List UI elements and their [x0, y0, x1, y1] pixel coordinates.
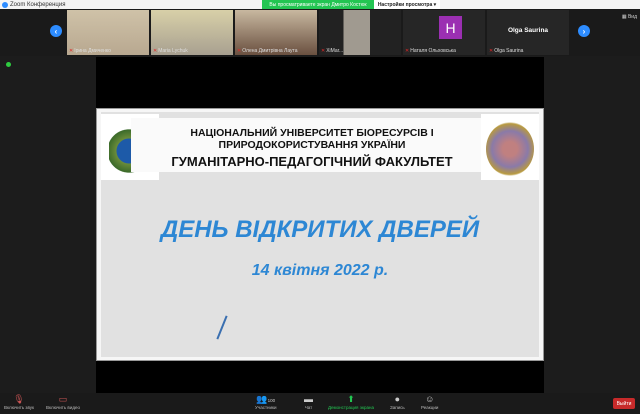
share-banner: Вы просматриваете экран Дмитро Костюк [262, 0, 374, 9]
window-title: Zoom Конференция [10, 1, 66, 8]
grid-icon: ▦ [621, 14, 627, 20]
muted-mic-icon: 🎙 [13, 394, 25, 404]
reactions-icon: ☺ [425, 394, 435, 404]
muted-mic-icon: ✕ [237, 48, 242, 54]
view-button[interactable]: ▦ Вид [622, 14, 637, 20]
record-icon: ● [394, 394, 401, 404]
avatar: H [439, 16, 462, 39]
participant-name: XiMar... [326, 48, 344, 54]
participant-name: Olga Saurina [494, 48, 524, 54]
start-video-button[interactable]: ▭ Включить видео [46, 394, 80, 410]
participant-display-name: Olga Saurina [507, 27, 549, 34]
slide-date: 14 квітня 2022 р. [251, 262, 389, 279]
participant-name: Олена Дмитрівна Лаута [242, 48, 298, 54]
prev-page-icon[interactable]: ‹ [50, 25, 62, 37]
slide-header: НАЦІОНАЛЬНИЙ УНІВЕРСИТЕТ БІОРЕСУРСІВ І П… [131, 118, 493, 172]
presentation-slide: НАЦІОНАЛЬНИЙ УНІВЕРСИТЕТ БІОРЕСУРСІВ І П… [96, 108, 544, 361]
share-screen-button[interactable]: ⬆ Демонстрация экрана [328, 394, 374, 410]
muted-mic-icon: ✕ [321, 48, 326, 54]
chat-button[interactable]: ▬ Чат [304, 394, 313, 410]
faculty-logo [481, 114, 539, 180]
participant-tile[interactable]: Olga Saurina ✕ Olga Saurina [487, 10, 569, 55]
next-page-icon[interactable]: › [578, 25, 590, 37]
participant-tile[interactable]: ✕ XiMar... [319, 10, 401, 55]
faculty-name: ГУМАНІТАРНО-ПЕДАГОГІЧНИЙ ФАКУЛЬТЕТ [171, 154, 453, 169]
participant-name: Ірина Дмиченко [74, 48, 111, 54]
muted-mic-icon: ✕ [405, 48, 410, 54]
leave-button[interactable]: Выйти [613, 398, 635, 409]
video-off-icon: ▭ [58, 394, 68, 404]
participants-icon: 👥100 [256, 394, 276, 404]
slide-title: ДЕНЬ ВІДКРИТИХ ДВЕРЕЙ [160, 216, 480, 243]
reactions-button[interactable]: ☺ Реакции [421, 394, 438, 410]
participant-tile[interactable]: ✕ Ірина Дмиченко [67, 10, 149, 55]
meeting-toolbar: 🎙 Включить звук ▭ Включить видео 👥100 Участ… [0, 393, 640, 414]
record-button[interactable]: ● Запись [390, 394, 405, 410]
view-options-button[interactable]: Настройки просмотра ▾ [374, 0, 440, 9]
share-screen-icon: ⬆ [347, 394, 355, 404]
zoom-logo-icon [2, 1, 8, 8]
muted-mic-icon: ✕ [69, 48, 74, 54]
participant-name: Наталя Ольховська [410, 48, 456, 54]
university-name-line2: ПРИРОДОКОРИСТУВАННЯ УКРАЇНИ [218, 139, 406, 151]
chat-icon: ▬ [304, 394, 313, 404]
participant-tile[interactable]: ✕ Олена Дмитрівна Лаута [235, 10, 317, 55]
participant-tile[interactable]: ✕ Maria Lychuk [151, 10, 233, 55]
muted-mic-icon: ✕ [153, 48, 158, 54]
participant-name: Maria Lychuk [158, 48, 188, 54]
university-name-line1: НАЦІОНАЛЬНИЙ УНІВЕРСИТЕТ БІОРЕСУРСІВ І [190, 127, 434, 139]
muted-mic-icon: ✕ [489, 48, 494, 54]
annotation-stroke [216, 315, 228, 340]
participants-button[interactable]: 👥100 Участники [255, 394, 277, 410]
unmute-button[interactable]: 🎙 Включить звук [4, 394, 34, 410]
security-shield-icon [6, 62, 11, 67]
